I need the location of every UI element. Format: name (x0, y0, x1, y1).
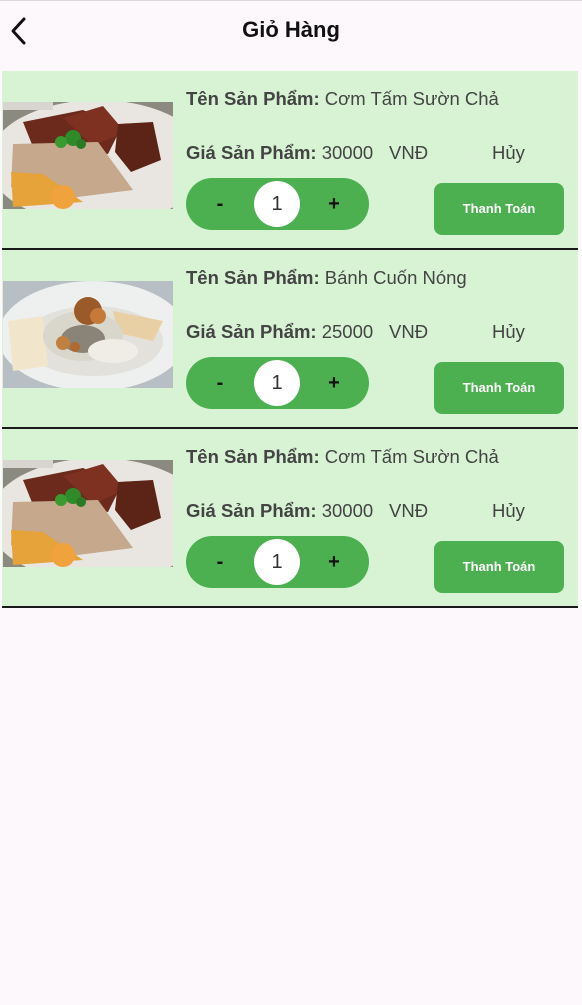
quantity-value: 1 (254, 539, 300, 585)
product-price-label: Giá Sản Phẩm: (186, 321, 317, 342)
app-header: Giỏ Hàng (0, 1, 582, 69)
product-name: Cơm Tấm Sườn Chả (324, 88, 499, 109)
pay-button[interactable]: Thanh Toán (434, 183, 564, 235)
decrement-button[interactable]: - (194, 357, 246, 409)
increment-button[interactable]: + (308, 536, 360, 588)
product-name: Cơm Tấm Sườn Chả (324, 446, 499, 467)
cart-item: Tên Sản Phẩm: Cơm Tấm Sườn Chả Giá Sản P… (2, 71, 578, 250)
quantity-stepper: - 1 + (186, 178, 369, 230)
currency-label: VNĐ (389, 142, 429, 163)
product-name-line: Tên Sản Phẩm: Cơm Tấm Sườn Chả (186, 446, 499, 468)
increment-button[interactable]: + (308, 357, 360, 409)
decrement-button[interactable]: - (194, 536, 246, 588)
page-title: Giỏ Hàng (242, 17, 340, 42)
quantity-stepper: - 1 + (186, 536, 369, 588)
product-image (3, 281, 173, 388)
cart-list: Tên Sản Phẩm: Cơm Tấm Sườn Chả Giá Sản P… (2, 71, 578, 608)
product-name-line: Tên Sản Phẩm: Cơm Tấm Sườn Chả (186, 88, 499, 110)
cancel-button[interactable]: Hủy (492, 500, 525, 522)
cancel-button[interactable]: Hủy (492, 142, 525, 164)
product-name: Bánh Cuốn Nóng (324, 267, 467, 288)
product-name-line: Tên Sản Phẩm: Bánh Cuốn Nóng (186, 267, 467, 289)
pay-button[interactable]: Thanh Toán (434, 541, 564, 593)
product-price: 25000 (321, 321, 374, 342)
cart-item: Tên Sản Phẩm: Bánh Cuốn Nóng Giá Sản Phẩ… (2, 250, 578, 429)
currency-label: VNĐ (389, 500, 429, 521)
quantity-value: 1 (254, 181, 300, 227)
product-price-line: Giá Sản Phẩm: 25000 (186, 321, 373, 343)
product-price-line: Giá Sản Phẩm: 30000 (186, 142, 373, 164)
product-price: 30000 (321, 142, 374, 163)
decrement-button[interactable]: - (194, 178, 246, 230)
increment-button[interactable]: + (308, 178, 360, 230)
quantity-value: 1 (254, 360, 300, 406)
quantity-stepper: - 1 + (186, 357, 369, 409)
product-price-label: Giá Sản Phẩm: (186, 500, 317, 521)
product-name-label: Tên Sản Phẩm: (186, 267, 320, 288)
product-price: 30000 (321, 500, 374, 521)
pay-button[interactable]: Thanh Toán (434, 362, 564, 414)
cancel-button[interactable]: Hủy (492, 321, 525, 343)
product-price-line: Giá Sản Phẩm: 30000 (186, 500, 373, 522)
cart-item: Tên Sản Phẩm: Cơm Tấm Sườn Chả Giá Sản P… (2, 429, 578, 608)
product-price-label: Giá Sản Phẩm: (186, 142, 317, 163)
currency-label: VNĐ (389, 321, 429, 342)
product-name-label: Tên Sản Phẩm: (186, 88, 320, 109)
product-name-label: Tên Sản Phẩm: (186, 446, 320, 467)
product-image (3, 102, 173, 209)
product-image (3, 460, 173, 567)
